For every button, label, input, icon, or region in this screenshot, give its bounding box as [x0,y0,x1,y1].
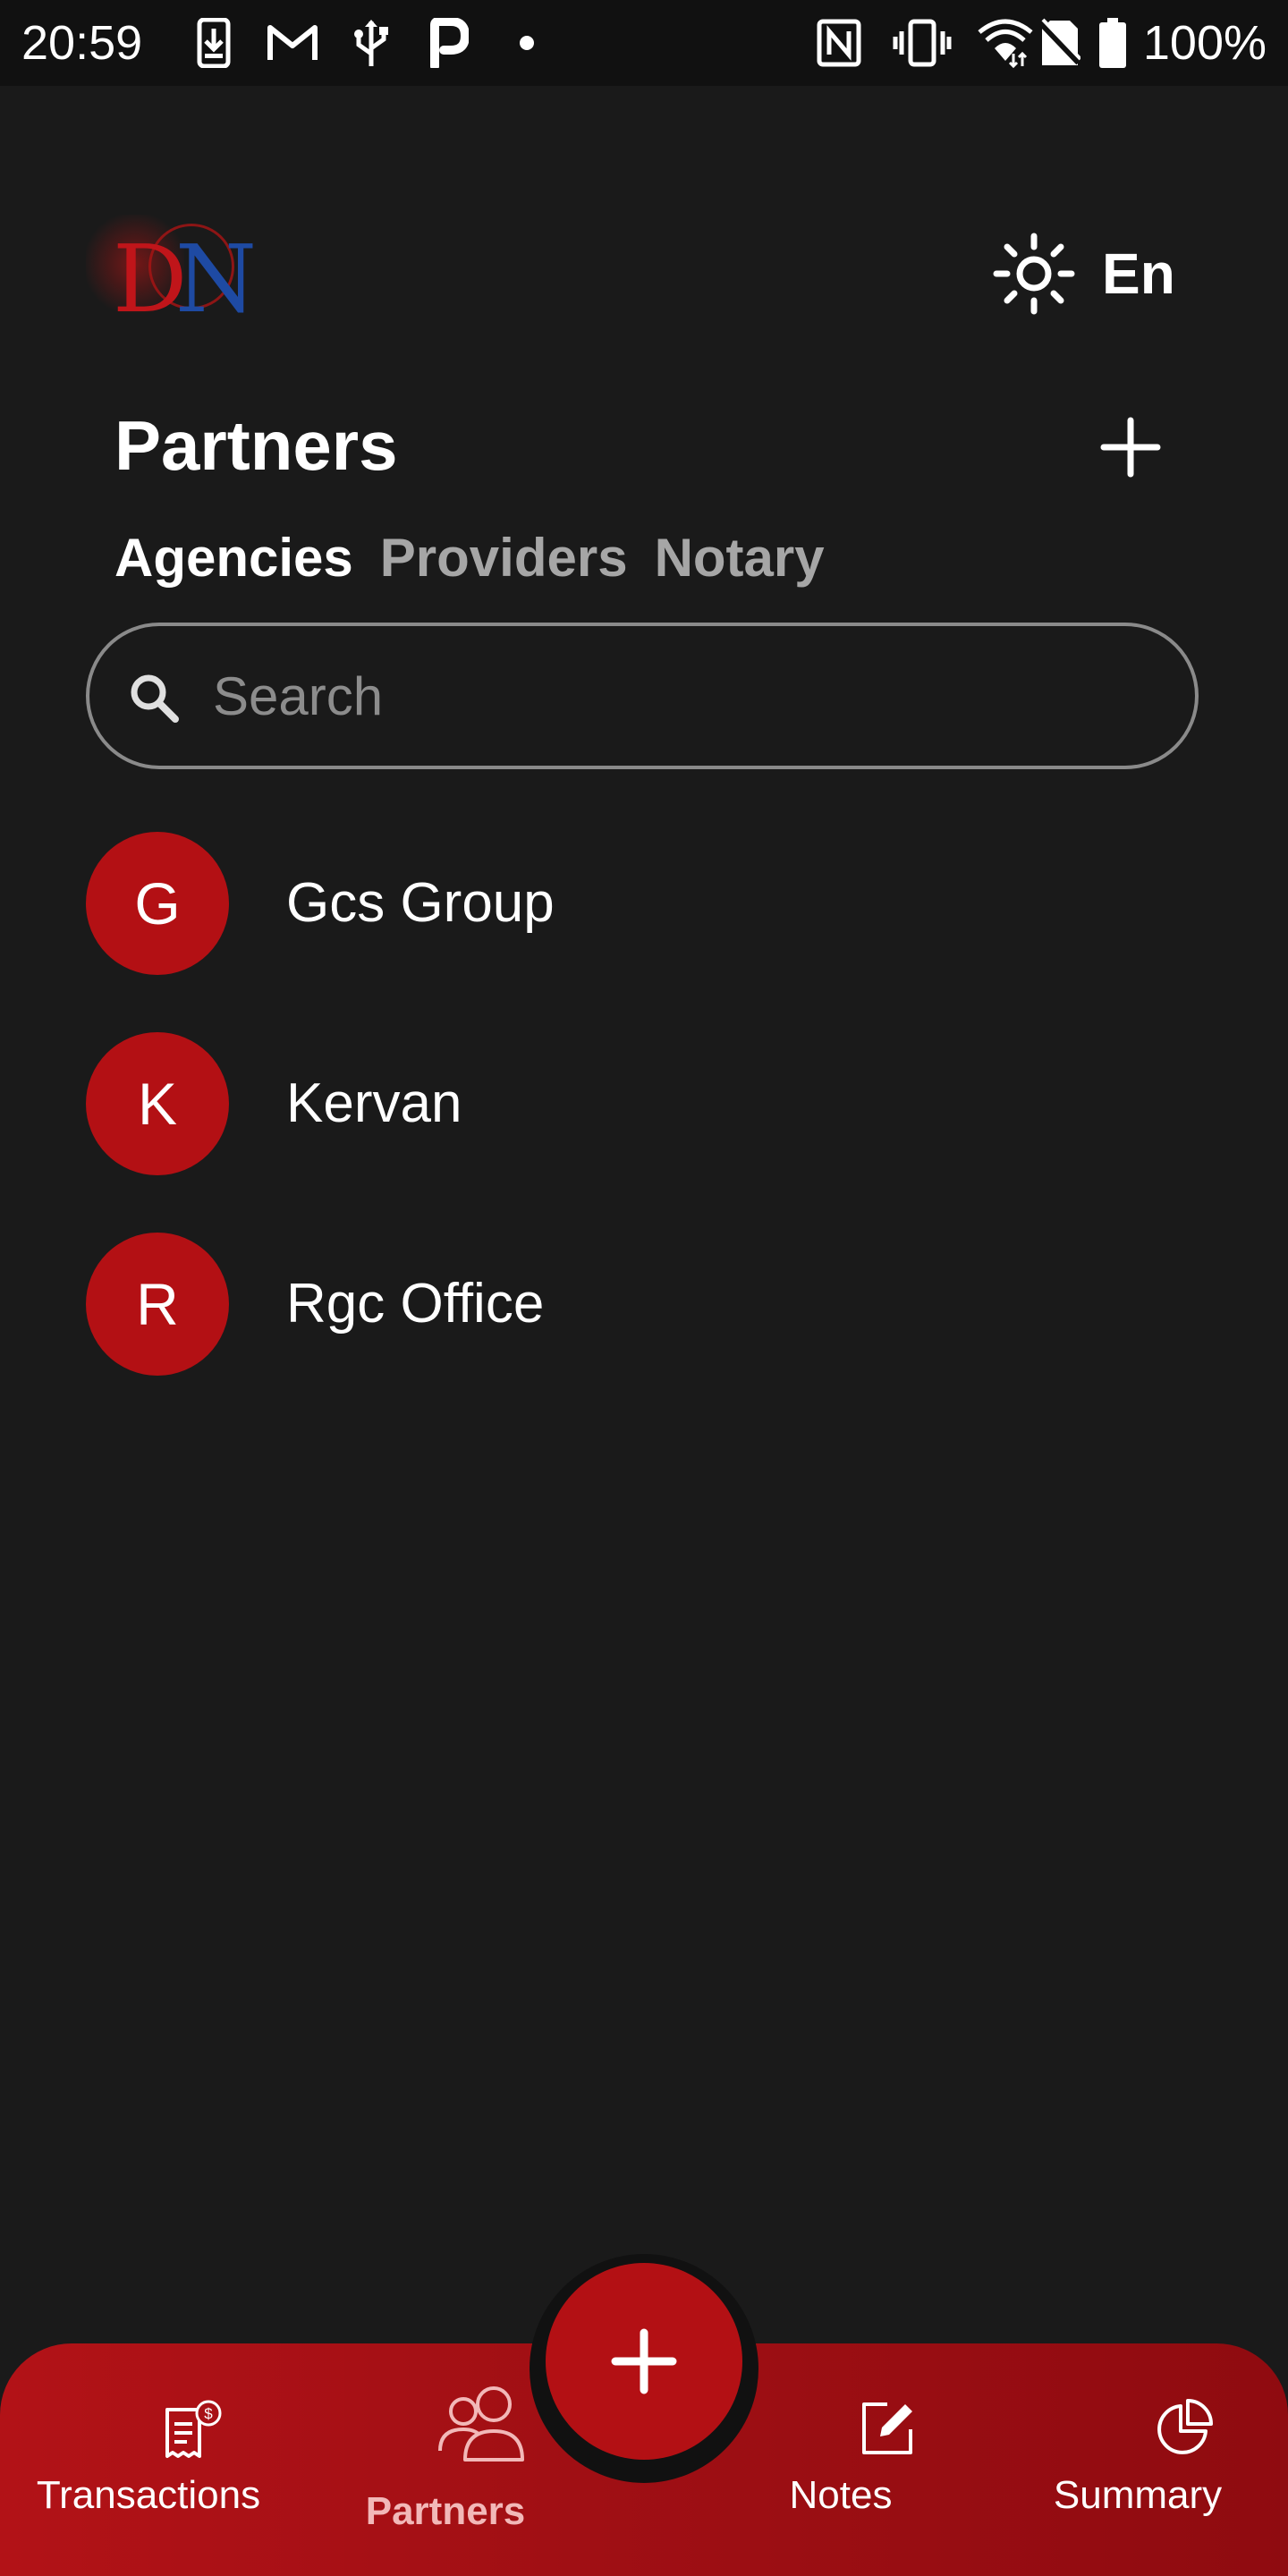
wifi-icon [977,16,1034,70]
nav-transactions-label: Transactions [36,2473,261,2517]
sun-icon [993,233,1075,315]
page-title: Partners [114,406,398,485]
theme-toggle-button[interactable] [991,231,1077,317]
svg-text:$: $ [204,2405,213,2422]
search-input[interactable] [213,651,1161,741]
nav-summary[interactable]: Summary [1013,2379,1263,2558]
plus-icon [1100,417,1161,478]
partner-item-rgc-office[interactable]: R Rgc Office [0,1231,1288,1431]
partner-name: Gcs Group [286,872,555,934]
partner-item-kervan[interactable]: K Kervan [0,1030,1288,1231]
partners-screen: 20:59 100% D N En Partners Agencies Prov… [0,0,1288,2576]
plus-icon [611,2328,677,2394]
people-icon [438,2386,524,2462]
gmail-icon [265,16,320,70]
nav-partners[interactable]: Partners [320,2379,571,2558]
tab-agencies[interactable]: Agencies [114,522,353,594]
vibrate-icon [891,16,953,70]
partner-item-gcs-group[interactable]: G Gcs Group [0,830,1288,1030]
partner-avatar: G [86,832,229,975]
search-bar[interactable] [86,623,1199,769]
nav-partners-label: Partners [365,2489,526,2533]
add-transaction-fab[interactable] [546,2263,742,2460]
partner-name: Kervan [286,1072,462,1134]
add-partner-button[interactable] [1093,410,1168,485]
partner-avatar: K [86,1032,229,1175]
nav-notes[interactable]: Notes [716,2379,966,2558]
nfc-icon [814,16,864,70]
nav-notes-label: Notes [789,2473,893,2517]
search-icon [131,674,179,723]
battery-icon [1097,16,1129,70]
nav-summary-label: Summary [1053,2473,1223,2517]
download-icon [191,16,236,70]
parking-icon [424,16,472,70]
tab-providers[interactable]: Providers [380,522,628,594]
dot-icon [515,16,538,70]
tab-notary[interactable]: Notary [655,522,825,594]
status-bar: 20:59 100% [0,0,1288,86]
edit-note-icon [862,2402,912,2454]
nav-transactions[interactable]: $ Transactions [23,2379,274,2558]
no-sim-icon [1038,16,1082,70]
app-logo: D N [86,206,265,331]
battery-percentage: 100% [1142,16,1267,70]
language-selector[interactable]: En [1102,240,1175,308]
partner-name: Rgc Office [286,1273,545,1335]
usb-icon [349,16,394,70]
partner-avatar: R [86,1233,229,1376]
pie-chart-icon [1157,2399,1213,2454]
status-time: 20:59 [21,16,143,70]
partner-list: G Gcs Group K Kervan R Rgc Office [0,830,1288,1431]
receipt-dollar-icon: $ [165,2400,222,2458]
partner-tabs: Agencies Providers Notary [114,522,825,594]
logo-letter-n: N [175,225,257,334]
